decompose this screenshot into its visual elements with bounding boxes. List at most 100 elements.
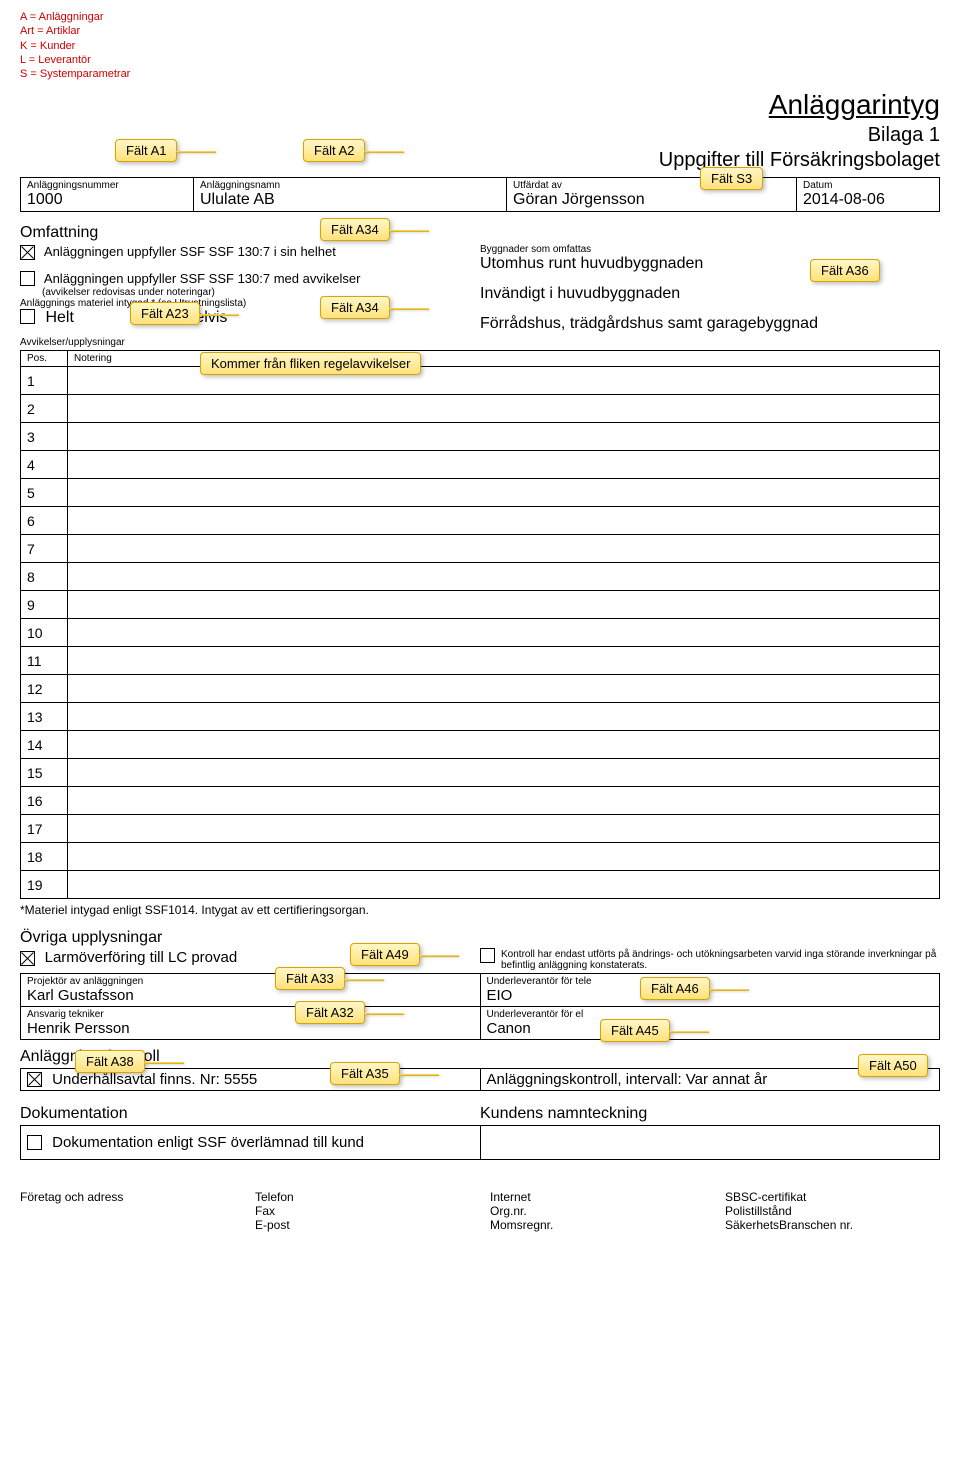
table-row: 11 (21, 647, 68, 675)
section-omfattning-title: Omfattning (20, 224, 940, 242)
checkbox-ssf-dev[interactable] (20, 271, 35, 286)
table-row: 19 (21, 871, 68, 899)
col-pos: Pos. (21, 351, 68, 367)
hdr-name: Ululate AB (200, 191, 500, 209)
section-dok-title: Dokumentation (20, 1105, 480, 1123)
table-cell (68, 731, 940, 759)
table-row: 1 (21, 367, 68, 395)
label-dok: Dokumentation enligt SSF överlämnad till… (52, 1134, 364, 1151)
table-cell (68, 479, 940, 507)
el-label: Underleverantör för el (487, 1009, 934, 1020)
col-not: Notering (68, 351, 940, 367)
table-cell (68, 787, 940, 815)
table-row: 12 (21, 675, 68, 703)
table-row: 5 (21, 479, 68, 507)
table-row: 3 (21, 423, 68, 451)
footer-epost: E-post (255, 1218, 470, 1232)
legend-line: Art = Artiklar (20, 24, 940, 38)
annotation-a49: Fält A49 (350, 943, 420, 966)
annotation-a1: Fält A1 (115, 139, 177, 162)
legend-block: A = Anläggningar Art = Artiklar K = Kund… (20, 10, 940, 81)
label-materiel: Anläggnings materiel intygad * (se Utrus… (20, 298, 480, 309)
table-cell (68, 619, 940, 647)
annotation-a2: Fält A2 (303, 139, 365, 162)
kontroll-grid: Underhållsavtal finns. Nr: 5555 Anläggni… (20, 1068, 940, 1091)
table-cell (68, 563, 940, 591)
annotation-a23: Fält A23 (130, 302, 200, 325)
legend-line: A = Anläggningar (20, 10, 940, 24)
hdr-date-label: Datum (803, 180, 933, 191)
table-cell (68, 507, 940, 535)
checkbox-avtal[interactable] (27, 1072, 42, 1087)
table-cell (68, 423, 940, 451)
annotation-a50: Fält A50 (858, 1054, 928, 1077)
annotation-a46: Fält A46 (640, 977, 710, 1000)
annotation-a32: Fält A32 (295, 1001, 365, 1024)
table-cell (68, 675, 940, 703)
proj-label: Projektör av anläggningen (27, 976, 474, 987)
footer: Företag och adress Telefon Fax E-post In… (20, 1190, 940, 1232)
tek-label: Ansvarig tekniker (27, 1009, 474, 1020)
tele-label: Underleverantör för tele (487, 976, 934, 987)
checkbox-larm[interactable] (20, 951, 35, 966)
annotation-a45: Fält A45 (600, 1019, 670, 1042)
table-row: 10 (21, 619, 68, 647)
table-row: 13 (21, 703, 68, 731)
label-ssf-dev-sub: (avvikelser redovisas under noteringar) (20, 287, 480, 298)
el-value: Canon (487, 1020, 934, 1037)
label-avtal: Underhållsavtal finns. Nr: 5555 (52, 1071, 257, 1088)
label-interval: Anläggningskontroll, intervall: Var anna… (487, 1071, 768, 1088)
legend-line: L = Leverantör (20, 53, 940, 67)
avvikelser-footnote: *Materiel intygad enligt SSF1014. Intyga… (20, 903, 940, 917)
footer-tel: Telefon (255, 1190, 470, 1204)
label-ssf-full: Anläggningen uppfyller SSF SSF 130:7 i s… (44, 244, 336, 259)
table-row: 9 (21, 591, 68, 619)
table-cell (68, 451, 940, 479)
table-row: 15 (21, 759, 68, 787)
table-row: 16 (21, 787, 68, 815)
annotation-a33: Fält A33 (275, 967, 345, 990)
annotation-regel: Kommer från fliken regelavvikelser (200, 352, 421, 375)
checkbox-helt[interactable] (20, 309, 35, 324)
hdr-date: 2014-08-06 (803, 191, 933, 209)
footer-moms: Momsregnr. (490, 1218, 705, 1232)
table-cell (68, 535, 940, 563)
legend-line: S = Systemparametrar (20, 67, 940, 81)
table-row: 7 (21, 535, 68, 563)
annotation-s3: Fält S3 (700, 167, 763, 190)
dok-grid: Dokumentation enligt SSF överlämnad till… (20, 1125, 940, 1160)
footer-fax: Fax (255, 1204, 470, 1218)
footer-sak: SäkerhetsBranschen nr. (725, 1218, 940, 1232)
hdr-name-label: Anläggningsnamn (200, 180, 500, 191)
table-cell (68, 759, 940, 787)
annotation-a36: Fält A36 (810, 259, 880, 282)
hdr-issuer: Göran Jörgensson (513, 191, 790, 209)
byggnader-label: Byggnader som omfattas (480, 244, 940, 255)
table-cell (68, 367, 940, 395)
annotation-a34b: Fält A34 (320, 296, 390, 319)
label-larm: Larmöverföring till LC provad (45, 949, 238, 966)
checkbox-dok[interactable] (27, 1135, 42, 1150)
page-title: Anläggarintyg (20, 89, 940, 121)
footer-polis: Polistillstånd (725, 1204, 940, 1218)
section-ovrigt-title: Övriga upplysningar (20, 929, 940, 947)
table-cell (68, 815, 940, 843)
label-kontroll: Kontroll har endast utförts på ändrings-… (501, 949, 940, 971)
section-sign-title: Kundens namnteckning (480, 1105, 940, 1123)
table-row: 6 (21, 507, 68, 535)
checkbox-kontroll[interactable] (480, 948, 495, 963)
ovrigt-grid: Projektör av anläggningen Karl Gustafsso… (20, 973, 940, 1040)
header-row: Anläggningsnummer 1000 Anläggningsnamn U… (20, 177, 940, 212)
annotation-a34: Fält A34 (320, 218, 390, 241)
table-row: 8 (21, 563, 68, 591)
table-cell (68, 647, 940, 675)
checkbox-ssf-full[interactable] (20, 245, 35, 260)
hdr-num-label: Anläggningsnummer (27, 180, 187, 191)
proj-value: Karl Gustafsson (27, 987, 474, 1004)
avvikelser-table: Pos. Notering 1 2 3 4 5 6 7 8 9 10 11 12… (20, 350, 940, 899)
legend-line: K = Kunder (20, 39, 940, 53)
table-row: 4 (21, 451, 68, 479)
table-cell (68, 843, 940, 871)
annotation-a38: Fält A38 (75, 1050, 145, 1073)
tek-value: Henrik Persson (27, 1020, 474, 1037)
